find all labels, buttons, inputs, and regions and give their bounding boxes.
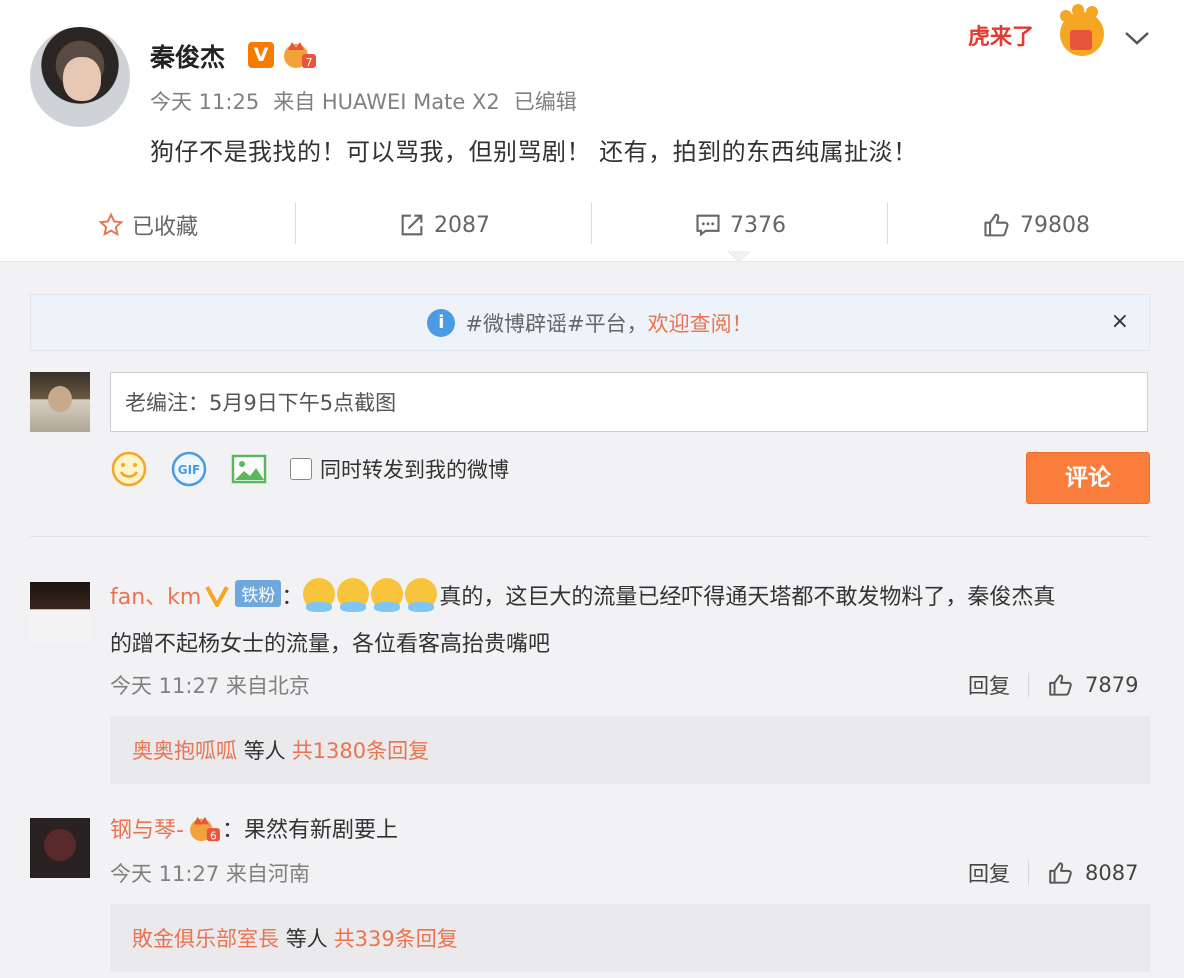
comment-meta: 今天 11:27 来自河南 xyxy=(110,862,310,886)
repost-icon xyxy=(401,214,423,236)
comment-caret xyxy=(728,251,750,263)
comment-actions: 回复 8087 xyxy=(968,858,1138,888)
separator xyxy=(1028,673,1029,697)
reply-button[interactable]: 回复 xyxy=(968,858,1010,888)
comment-meta: 今天 11:27 来自北京 xyxy=(110,674,310,698)
comment-text-line-2: 的蹭不起杨女士的流量，各位看客高抬贵嘴吧 xyxy=(110,632,551,657)
submit-comment-button[interactable]: 评论 xyxy=(1026,452,1150,504)
crown-icon: 6 xyxy=(190,816,220,842)
weibo-post: 秦俊杰 V 7 今天 11:25 来自 HUAWEI Mate X2 已编辑 狗仔不… xyxy=(0,0,1184,262)
commenter-name[interactable]: fan、km xyxy=(110,585,201,610)
verified-v-icon xyxy=(205,586,230,610)
like-button[interactable]: 79808 xyxy=(888,188,1184,262)
crying-emoji-icon xyxy=(371,578,404,612)
comment-text-line: 钢与琴- 6 ：果然有新剧要上 xyxy=(110,812,398,844)
like-count: 79808 xyxy=(1020,212,1090,238)
sync-repost-checkbox[interactable]: 同时转发到我的微博 xyxy=(290,454,509,484)
section-divider xyxy=(30,536,1150,537)
author-name[interactable]: 秦俊杰 xyxy=(150,38,225,74)
comment-like-count: 8087 xyxy=(1085,861,1139,885)
current-user-avatar xyxy=(30,372,90,432)
emoji-icon[interactable] xyxy=(110,450,148,488)
sub-reply-total[interactable]: 共1380条回复 xyxy=(292,735,429,765)
post-source: 来自 HUAWEI Mate X2 xyxy=(273,90,500,114)
comment-avatar[interactable] xyxy=(30,818,90,878)
comment-count: 7376 xyxy=(730,212,786,238)
star-icon xyxy=(98,212,124,237)
comment-like-count: 7879 xyxy=(1085,673,1139,697)
chevron-down-icon[interactable] xyxy=(1122,26,1152,50)
comment-input[interactable]: 老编注：5月9日下午5点截图 xyxy=(110,372,1148,432)
sub-reply-total[interactable]: 共339条回复 xyxy=(334,923,458,953)
comment-colon: ： xyxy=(221,818,244,843)
thumbs-up-icon xyxy=(984,213,1009,237)
svg-text:GIF: GIF xyxy=(178,463,201,477)
favorite-label: 已收藏 xyxy=(131,215,198,240)
sub-replies-link[interactable]: 敗金俱乐部室長 等人 共339条回复 xyxy=(110,904,1150,972)
post-actions: 已收藏 2087 7376 79808 xyxy=(0,188,1184,262)
commenter-name[interactable]: 钢与琴- xyxy=(110,818,184,843)
verified-badge-icon: V xyxy=(248,42,274,68)
festive-badge-text: 虎来了 xyxy=(968,24,1034,50)
thumbs-up-icon[interactable] xyxy=(1047,860,1075,886)
sub-reply-name[interactable]: 敗金俱乐部室長 xyxy=(132,923,279,953)
checkbox-icon[interactable] xyxy=(290,458,312,480)
comment-avatar[interactable] xyxy=(30,582,90,642)
post-content: 狗仔不是我找的！可以骂我，但别骂剧！ 还有，拍到的东西纯属扯淡！ xyxy=(150,138,918,166)
edited-tag[interactable]: 已编辑 xyxy=(514,90,577,114)
sub-reply-name[interactable]: 奥奥抱呱呱 xyxy=(132,735,237,765)
favorite-button[interactable]: 已收藏 xyxy=(0,188,296,262)
author-avatar[interactable] xyxy=(30,27,130,127)
comment-colon: ： xyxy=(281,585,304,610)
thumbs-up-icon[interactable] xyxy=(1047,672,1075,698)
tiger-festive-badge-icon: 虎来了 xyxy=(968,4,1104,56)
svg-text:6: 6 xyxy=(210,830,217,842)
sub-replies-link[interactable]: 奥奥抱呱呱 等人 共1380条回复 xyxy=(110,716,1150,784)
post-time[interactable]: 今天 11:25 xyxy=(150,90,259,114)
comment-actions: 回复 7879 xyxy=(968,670,1138,700)
repost-count: 2087 xyxy=(434,212,490,238)
rumor-notice-bar: i #微博辟谣#平台， 欢迎查阅！ × xyxy=(30,294,1150,351)
close-icon[interactable]: × xyxy=(1111,309,1129,334)
post-meta: 今天 11:25 来自 HUAWEI Mate X2 已编辑 xyxy=(150,86,591,116)
comment-toolbar: GIF 同时转发到我的微博 xyxy=(110,450,509,488)
gif-icon[interactable]: GIF xyxy=(170,450,208,488)
sub-reply-mid: 等人 xyxy=(243,739,286,763)
separator xyxy=(1028,861,1029,885)
crown-icon: 7 xyxy=(284,42,316,69)
svg-text:7: 7 xyxy=(306,56,313,69)
crying-emoji-icon xyxy=(405,578,438,612)
notice-link[interactable]: 欢迎查阅！ xyxy=(648,308,753,338)
sync-repost-label: 同时转发到我的微博 xyxy=(320,458,509,482)
info-icon: i xyxy=(427,308,456,337)
comment-icon xyxy=(696,214,720,237)
notice-text[interactable]: #微博辟谣#平台， xyxy=(465,308,647,338)
comment-text-line: fan、km 铁粉： 真的，这巨大的流量已经吓得通天塔都不敢发物料了，秦俊杰真 xyxy=(110,578,1056,612)
reply-button[interactable]: 回复 xyxy=(968,670,1010,700)
sub-reply-mid: 等人 xyxy=(285,927,328,951)
comment-text: 果然有新剧要上 xyxy=(243,818,398,843)
comment-text: 真的，这巨大的流量已经吓得通天塔都不敢发物料了，秦俊杰真 xyxy=(439,585,1056,610)
fan-level-badge: 铁粉 xyxy=(235,580,282,607)
repost-button[interactable]: 2087 xyxy=(296,188,592,262)
crying-emoji-icon xyxy=(337,578,370,612)
image-icon[interactable] xyxy=(230,450,268,488)
crying-emoji-icon xyxy=(303,578,336,612)
